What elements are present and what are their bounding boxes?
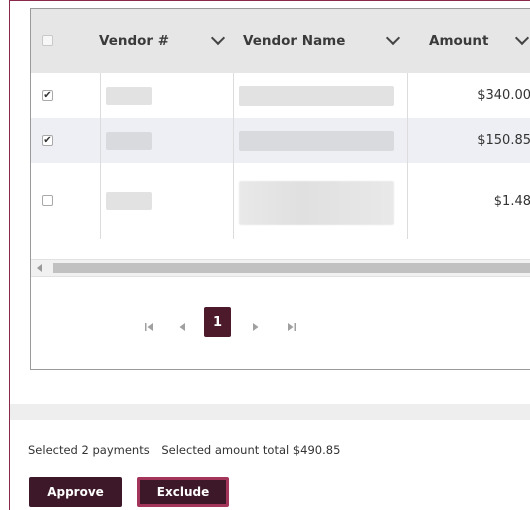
vendor-number-cell <box>106 87 152 105</box>
vendor-name-cell <box>239 86 394 106</box>
previous-page-icon[interactable] <box>171 312 193 342</box>
selected-count: Selected 2 payments <box>28 443 150 457</box>
row-checkbox[interactable]: ✔ <box>42 135 53 146</box>
column-divider <box>100 163 101 239</box>
row-checkbox[interactable] <box>42 195 53 206</box>
last-page-icon[interactable] <box>281 312 303 342</box>
grid-header: Vendor # Vendor Name Amount <box>31 9 530 73</box>
section-divider-band <box>10 404 530 420</box>
column-header-label: Vendor # <box>99 33 170 49</box>
scrollbar-thumb[interactable] <box>53 263 530 273</box>
column-divider <box>407 118 408 163</box>
column-header-label: Amount <box>429 33 489 49</box>
amount-cell: $340.00 <box>477 88 530 103</box>
column-divider <box>233 73 234 118</box>
column-divider <box>100 73 101 118</box>
column-header-vendor-number[interactable]: Vendor # <box>99 9 229 73</box>
first-page-icon[interactable] <box>138 312 160 342</box>
chevron-down-icon[interactable] <box>385 30 401 46</box>
column-header-label: Vendor Name <box>243 33 346 49</box>
selected-total: Selected amount total $490.85 <box>161 443 341 457</box>
chevron-down-icon[interactable] <box>210 30 226 46</box>
scroll-left-icon[interactable] <box>37 264 42 272</box>
chevron-down-icon[interactable] <box>514 30 530 46</box>
vendor-name-cell <box>239 181 394 225</box>
column-divider <box>233 163 234 239</box>
column-divider <box>407 73 408 118</box>
amount-cell: $150.85 <box>477 133 530 148</box>
horizontal-scrollbar[interactable] <box>31 259 530 277</box>
next-page-icon[interactable] <box>245 312 267 342</box>
vendor-name-cell <box>239 131 394 151</box>
selection-summary: Selected 2 payments Selected amount tota… <box>28 443 340 457</box>
vendor-number-cell <box>106 192 152 210</box>
row-checkbox[interactable]: ✔ <box>42 90 53 101</box>
table-row[interactable]: ✔ $150.85 <box>31 118 530 163</box>
table-row[interactable]: $1.48 <box>31 163 530 239</box>
current-page-button[interactable]: 1 <box>204 307 231 337</box>
vendor-number-cell <box>106 132 152 150</box>
column-divider <box>233 118 234 163</box>
approve-button[interactable]: Approve <box>29 477 122 507</box>
column-divider <box>100 118 101 163</box>
exclude-button[interactable]: Exclude <box>137 477 229 507</box>
column-divider <box>407 163 408 239</box>
payments-grid: Vendor # Vendor Name Amount ✔ $340.00 ✔ … <box>30 8 530 370</box>
column-header-vendor-name[interactable]: Vendor Name <box>243 9 413 73</box>
amount-cell: $1.48 <box>493 194 530 209</box>
table-row[interactable]: ✔ $340.00 <box>31 73 530 118</box>
column-header-amount[interactable]: Amount <box>429 9 530 73</box>
select-all-checkbox[interactable] <box>42 35 53 46</box>
